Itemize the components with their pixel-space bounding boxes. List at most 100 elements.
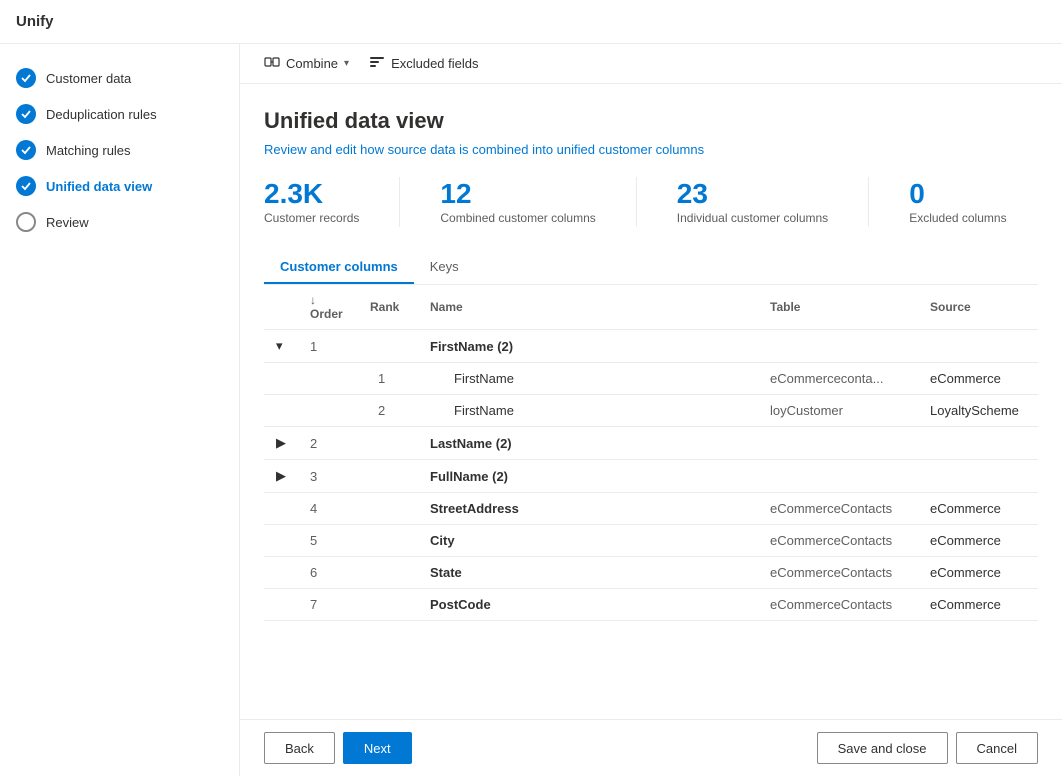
- back-button[interactable]: Back: [264, 732, 335, 764]
- table-cell: [758, 330, 918, 363]
- content-area: Combine ▾ Excluded fields Unif: [240, 44, 1062, 776]
- order-cell: 3: [298, 460, 358, 493]
- rank-cell: [358, 460, 418, 493]
- tab-keys[interactable]: Keys: [414, 251, 475, 284]
- table-cell: loyCustomer: [758, 395, 918, 427]
- combine-icon: [264, 54, 280, 73]
- page-title: Unified data view: [264, 108, 1038, 134]
- order-cell: [298, 395, 358, 427]
- sidebar-label-deduplication-rules: Deduplication rules: [46, 107, 157, 122]
- sidebar-item-customer-data[interactable]: Customer data: [0, 60, 239, 96]
- table-row-2: 2 FirstName loyCustomer LoyaltyScheme: [264, 395, 1038, 427]
- save-close-button[interactable]: Save and close: [817, 732, 948, 764]
- expand-cell: [264, 493, 298, 525]
- stat-label-customer-records: Customer records: [264, 211, 359, 225]
- sidebar-item-matching-rules[interactable]: Matching rules: [0, 132, 239, 168]
- stat-number-combined-columns: 12: [440, 177, 471, 211]
- stats-row: 2.3K Customer records 12 Combined custom…: [264, 177, 1038, 227]
- rank-cell: [358, 493, 418, 525]
- next-button[interactable]: Next: [343, 732, 412, 764]
- stat-label-excluded-columns: Excluded columns: [909, 211, 1006, 225]
- source-cell: eCommerce: [918, 557, 1038, 589]
- col-header-source: Source: [918, 285, 1038, 330]
- excluded-fields-nav-item[interactable]: Excluded fields: [361, 44, 486, 84]
- app-title: Unify: [16, 13, 54, 30]
- source-cell: LoyaltyScheme: [918, 395, 1038, 427]
- name-cell: FullName (2): [418, 460, 758, 493]
- tabs: Customer columnsKeys: [264, 251, 1038, 285]
- col-header-order[interactable]: ↓ Order: [298, 285, 358, 330]
- order-cell: 1: [298, 330, 358, 363]
- stat-combined-columns: 12 Combined customer columns: [440, 177, 595, 227]
- name-cell: PostCode: [418, 589, 758, 621]
- expand-cell: [264, 557, 298, 589]
- stat-customer-records: 2.3K Customer records: [264, 177, 359, 227]
- table-row-7: 6 State eCommerceContacts eCommerce: [264, 557, 1038, 589]
- rank-cell: [358, 427, 418, 460]
- order-cell: 7: [298, 589, 358, 621]
- name-cell: LastName (2): [418, 427, 758, 460]
- order-cell: 2: [298, 427, 358, 460]
- stat-number-individual-columns: 23: [677, 177, 708, 211]
- source-cell: eCommerce: [918, 589, 1038, 621]
- col-header-rank: Rank: [358, 285, 418, 330]
- stat-label-combined-columns: Combined customer columns: [440, 211, 595, 225]
- tab-customer-columns[interactable]: Customer columns: [264, 251, 414, 284]
- rank-cell: [358, 525, 418, 557]
- page-subtitle: Review and edit how source data is combi…: [264, 142, 1038, 157]
- stat-excluded-columns: 0 Excluded columns: [909, 177, 1006, 227]
- sidebar-item-unified-data-view[interactable]: Unified data view: [0, 168, 239, 204]
- source-cell: eCommerce: [918, 493, 1038, 525]
- expand-cell: [264, 589, 298, 621]
- table-row-5: 4 StreetAddress eCommerceContacts eComme…: [264, 493, 1038, 525]
- sidebar-label-review: Review: [46, 215, 89, 230]
- table-row-0: ▾ 1 FirstName (2): [264, 330, 1038, 363]
- expand-cell: [264, 525, 298, 557]
- data-table: ↓ Order Rank Name Table Source ▾ 1 First…: [264, 285, 1038, 621]
- expand-cell: [264, 395, 298, 427]
- table-row-3: ▶ 2 LastName (2): [264, 427, 1038, 460]
- table-row-1: 1 FirstName eCommerceconta... eCommerce: [264, 363, 1038, 395]
- rank-cell: 1: [358, 363, 418, 395]
- expand-cell: [264, 363, 298, 395]
- rank-cell: [358, 557, 418, 589]
- name-cell: FirstName: [418, 395, 758, 427]
- table-cell: eCommerceconta...: [758, 363, 918, 395]
- expand-cell[interactable]: ▾: [264, 330, 298, 363]
- stat-number-customer-records: 2.3K: [264, 177, 323, 211]
- order-cell: 5: [298, 525, 358, 557]
- combine-nav-item[interactable]: Combine ▾: [256, 44, 357, 84]
- table-cell: eCommerceContacts: [758, 493, 918, 525]
- sidebar-icon-unified-data-view: [16, 176, 36, 196]
- table-row-6: 5 City eCommerceContacts eCommerce: [264, 525, 1038, 557]
- name-cell: FirstName: [418, 363, 758, 395]
- col-header-expand: [264, 285, 298, 330]
- chevron-down-icon: ▾: [276, 338, 283, 353]
- name-cell: State: [418, 557, 758, 589]
- name-cell: FirstName (2): [418, 330, 758, 363]
- combine-chevron: ▾: [344, 58, 349, 69]
- sidebar-label-matching-rules: Matching rules: [46, 143, 131, 158]
- col-header-name: Name: [418, 285, 758, 330]
- sidebar-item-review[interactable]: Review: [0, 204, 239, 240]
- stat-number-excluded-columns: 0: [909, 177, 925, 211]
- table-cell: [758, 427, 918, 460]
- chevron-right-icon: ▶: [276, 435, 286, 450]
- expand-cell[interactable]: ▶: [264, 427, 298, 460]
- sidebar-icon-customer-data: [16, 68, 36, 88]
- sidebar-icon-deduplication-rules: [16, 104, 36, 124]
- order-cell: 4: [298, 493, 358, 525]
- chevron-right-icon: ▶: [276, 468, 286, 483]
- sidebar-label-unified-data-view: Unified data view: [46, 179, 152, 194]
- table-row-8: 7 PostCode eCommerceContacts eCommerce: [264, 589, 1038, 621]
- stat-divider-3: [868, 177, 869, 227]
- cancel-button[interactable]: Cancel: [956, 732, 1038, 764]
- rank-cell: [358, 589, 418, 621]
- source-cell: [918, 460, 1038, 493]
- expand-cell[interactable]: ▶: [264, 460, 298, 493]
- stat-individual-columns: 23 Individual customer columns: [677, 177, 828, 227]
- sub-nav: Combine ▾ Excluded fields: [240, 44, 1062, 84]
- sidebar-item-deduplication-rules[interactable]: Deduplication rules: [0, 96, 239, 132]
- excluded-fields-label: Excluded fields: [391, 56, 478, 71]
- combine-label: Combine: [286, 56, 338, 71]
